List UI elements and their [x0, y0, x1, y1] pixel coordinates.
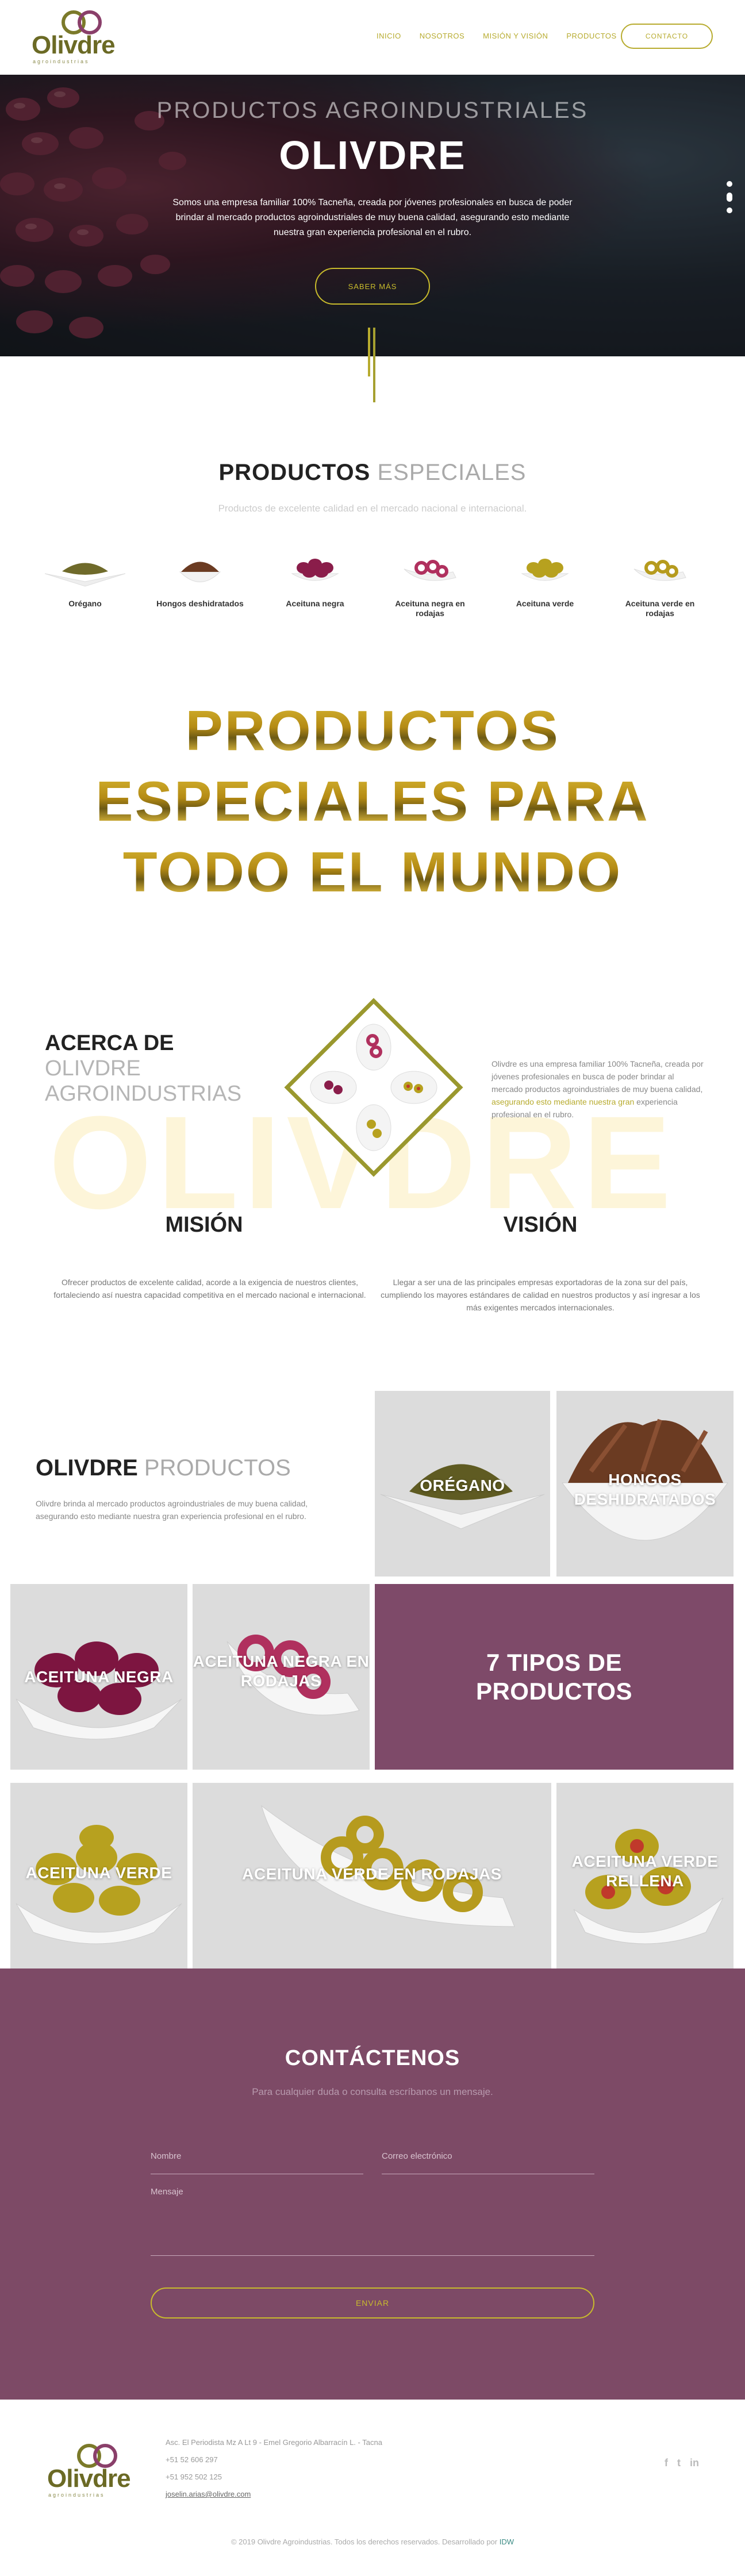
tile-aceituna-verde[interactable]: ACEITUNA VERDE	[10, 1783, 187, 1968]
about-description: Olivdre es una empresa familiar 100% Tac…	[491, 1059, 704, 1119]
black-olive-slices-icon	[404, 560, 456, 581]
contact-button[interactable]: CONTACTO	[621, 24, 713, 49]
linkedin-icon[interactable]: in	[690, 2457, 699, 2469]
developer-link[interactable]: IDW	[500, 2537, 514, 2546]
about-title-bold: ACERCA DE	[45, 1031, 174, 1055]
special-item-label: Aceituna negra	[286, 599, 344, 608]
special-item-oregano[interactable]: Orégano	[39, 546, 131, 618]
facebook-icon[interactable]: f	[665, 2457, 668, 2469]
about-title-light-1: OLIVDRE	[45, 1056, 141, 1081]
twitter-icon[interactable]: t	[677, 2457, 681, 2469]
mission-title: MISIÓN	[165, 1213, 243, 1237]
nav-mision-vision[interactable]: MISIÓN Y VISIÓN	[483, 32, 548, 40]
tile-aceituna-negra[interactable]: ACEITUNA NEGRA	[10, 1584, 187, 1770]
logo-wordmark: Olivdre	[32, 31, 116, 59]
vision-text: Llegar a ser una de las principales empr…	[381, 1278, 700, 1312]
hero-description: Somos una empresa familiar 100% Tacneña,…	[172, 198, 573, 237]
hero-subtitle: PRODUCTOS AGROINDUSTRIALES	[156, 98, 589, 123]
world-banner: PRODUCTOS ESPECIALES PARA TODO EL MUNDO	[0, 695, 745, 908]
saber-mas-button[interactable]: SABER MÁS	[315, 268, 430, 305]
special-item-aceituna-negra-rodajas[interactable]: Aceituna negra en rodajas	[384, 546, 476, 618]
about-diamond-image	[270, 984, 477, 1191]
footer-phone-2: +51 952 502 125	[166, 2473, 222, 2481]
nav-inicio[interactable]: INICIO	[377, 32, 401, 40]
mission-text: Ofrecer productos de excelente calidad, …	[53, 1278, 366, 1299]
black-olive-bowl-icon	[291, 559, 339, 581]
slider-dot-1[interactable]	[727, 181, 732, 187]
special-item-label: Aceituna verde en rodajas	[625, 599, 695, 618]
special-item-aceituna-verde[interactable]: Aceituna verde	[499, 546, 591, 618]
tile-aceituna-verde-rellena[interactable]: ACEITUNA VERDE RELLENA	[556, 1783, 734, 1968]
oregano-bowl-icon	[44, 563, 126, 587]
green-olive-bowl-icon	[521, 559, 569, 581]
nav-productos[interactable]: PRODUCTOS	[566, 32, 616, 40]
slider-dot-3[interactable]	[727, 207, 732, 213]
special-item-label: Orégano	[68, 599, 102, 608]
special-item-aceituna-verde-rodajas[interactable]: Aceituna verde en rodajas	[614, 546, 706, 618]
site-footer: Olivdre agroindustrias Asc. El Periodist…	[0, 2400, 745, 2576]
vision-title: VISIÓN	[503, 1213, 578, 1237]
about-title-light-2: AGROINDUSTRIAS	[45, 1082, 242, 1106]
slider-dot-2[interactable]	[727, 193, 732, 202]
send-button[interactable]: ENVIAR	[151, 2287, 594, 2319]
footer-logo[interactable]: Olivdre agroindustrias	[47, 2443, 151, 2498]
banner-line-2: ESPECIALES PARA	[0, 766, 745, 837]
slider-dots	[727, 181, 732, 213]
special-item-label: Aceituna verde	[516, 599, 574, 608]
special-products-subtitle: Productos de excelente calidad en el mer…	[218, 503, 527, 514]
special-products-title: PRODUCTOS ESPECIALES	[0, 460, 745, 486]
footer-address: Asc. El Periodista Mz A Lt 9 - Emel Greg…	[166, 2438, 382, 2447]
name-field[interactable]: Nombre	[151, 2151, 363, 2174]
tile-aceituna-verde-rodajas[interactable]: ACEITUNA VERDE EN RODAJAS	[193, 1783, 551, 1968]
logo[interactable]: Olivdre agroindustrias	[32, 9, 135, 64]
about-highlight: asegurando esto mediante nuestra gran	[491, 1097, 635, 1106]
tile-aceituna-negra-rodajas[interactable]: ACEITUNA NEGRA EN RODAJAS	[193, 1584, 370, 1770]
about-section: OLIVDRE ACERCA DE OLIVDRE AGROINDUSTRIAS…	[0, 977, 745, 1333]
banner-line-3: TODO EL MUNDO	[0, 837, 745, 908]
hero-title: OLIVDRE	[279, 133, 466, 178]
special-title-light: ESPECIALES	[377, 460, 527, 485]
products-title: OLIVDRE PRODUCTOS	[36, 1455, 291, 1481]
special-item-label: Hongos deshidratados	[156, 599, 244, 608]
hero-slider: PRODUCTOS AGROINDUSTRIALES OLIVDRE Somos…	[0, 75, 745, 356]
green-olive-slices-icon	[633, 560, 686, 581]
banner-line-1: PRODUCTOS	[0, 695, 745, 766]
tile-product-types[interactable]: 7 TIPOS DE PRODUCTOS	[375, 1584, 734, 1770]
about-heading: ACERCA DE OLIVDRE AGROINDUSTRIAS	[45, 1031, 241, 1106]
nav-nosotros[interactable]: NOSOTROS	[420, 32, 464, 40]
scroll-indicator	[368, 328, 376, 402]
special-item-hongos[interactable]: Hongos deshidratados	[154, 546, 246, 618]
email-field[interactable]: Correo electrónico	[382, 2151, 594, 2174]
special-title-bold: PRODUCTOS	[218, 460, 371, 485]
tile-oregano[interactable]: ORÉGANO	[375, 1391, 550, 1577]
products-intro: OLIVDRE PRODUCTOS Olivdre brinda al merc…	[0, 1391, 373, 1579]
logo-tagline: agroindustrias	[33, 59, 90, 64]
tile-hongos[interactable]: HONGOS DESHIDRATADOS	[556, 1391, 734, 1577]
special-item-label: Aceituna negra en rodajas	[395, 599, 465, 618]
copyright: © 2019 Olivdre Agroindustrias. Todos los…	[231, 2537, 514, 2546]
products-description: Olivdre brinda al mercado productos agro…	[36, 1499, 308, 1521]
olive-plates-image	[310, 1024, 437, 1151]
special-products-list: Orégano Hongos deshidratados Aceituna ne…	[39, 546, 706, 618]
social-links: f t in	[665, 2457, 699, 2469]
mushroom-bowl-icon	[179, 562, 221, 582]
footer-email-link[interactable]: joselin.arias@olivdre.com	[166, 2486, 382, 2503]
site-header: Olivdre agroindustrias INICIO NOSOTROS M…	[0, 0, 745, 75]
special-item-aceituna-negra[interactable]: Aceituna negra	[269, 546, 361, 618]
footer-contact-info: Asc. El Periodista Mz A Lt 9 - Emel Greg…	[166, 2434, 382, 2503]
message-field[interactable]: Mensaje	[151, 2187, 594, 2256]
contact-section: CONTÁCTENOS Para cualquier duda o consul…	[0, 1968, 745, 2400]
contact-lead: Para cualquier duda o consulta escríbano…	[252, 2086, 493, 2097]
main-nav: INICIO NOSOTROS MISIÓN Y VISIÓN PRODUCTO…	[377, 32, 617, 40]
footer-phone-1: +51 52 606 297	[166, 2455, 218, 2464]
contact-title: CONTÁCTENOS	[285, 2046, 460, 2070]
products-grid: OLIVDRE PRODUCTOS Olivdre brinda al merc…	[0, 1391, 745, 1968]
